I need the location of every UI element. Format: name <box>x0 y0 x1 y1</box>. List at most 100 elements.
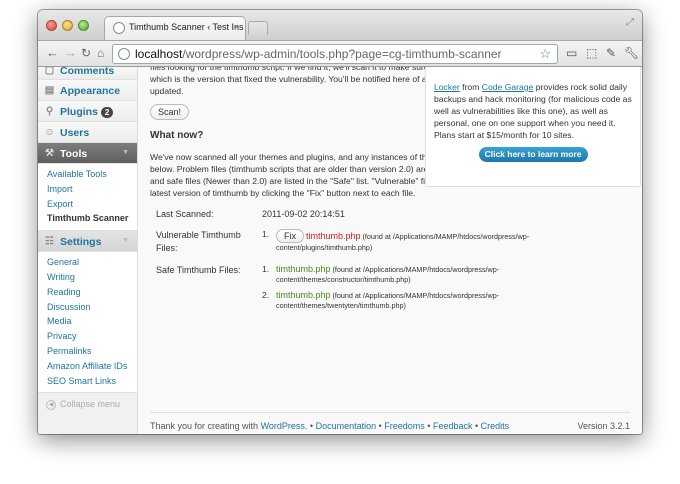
footer-sep: • <box>472 421 481 431</box>
settings-icon: ☷ <box>45 236 54 248</box>
submenu-item-media[interactable]: Media <box>38 314 137 329</box>
menu-tools[interactable]: ⚒ Tools ▼ <box>38 143 137 164</box>
scan-button[interactable]: Scan! <box>150 104 190 120</box>
globe-icon <box>113 22 125 34</box>
menu-comments-label: Comments <box>60 67 115 77</box>
minimize-window-button[interactable] <box>62 20 73 31</box>
menu-plugins-label: Plugins <box>60 106 98 118</box>
fullscreen-icon[interactable]: ⤢ <box>626 17 634 28</box>
tools-icon: ⚒ <box>45 148 54 159</box>
tab-title: Timthumb Scanner ‹ Test Ins <box>129 22 244 32</box>
forward-icon[interactable]: → <box>64 46 77 60</box>
zoom-window-button[interactable] <box>78 20 89 31</box>
version-text: Version 3.2.1 <box>577 421 630 431</box>
submenu-item-export[interactable]: Export <box>38 197 137 212</box>
submenu-item-discussion[interactable]: Discussion <box>38 300 137 315</box>
wordpress-link[interactable]: WordPress. <box>261 421 308 431</box>
tools-submenu: Available Tools Import Export Timthumb S… <box>38 164 137 232</box>
submenu-item-amazon-affiliate-ids[interactable]: Amazon Affiliate IDs <box>38 359 137 374</box>
submenu-item-seo-smart-links[interactable]: SEO Smart Links <box>38 374 137 389</box>
settings-submenu: General Writing Reading Discussion Media… <box>38 252 137 394</box>
promo-text: Locker from Code Garage provides rock so… <box>434 81 632 141</box>
locker-link[interactable]: Locker <box>434 82 460 92</box>
list-number: 2. <box>262 289 270 300</box>
url-path: /wordpress/wp-admin/tools.php?page=cg-ti… <box>182 47 502 61</box>
vulnerable-file-list: 1. Fix timthumb.php (found at /Applicati… <box>262 229 536 254</box>
collapse-menu-label: Collapse menu <box>60 399 121 410</box>
vulnerable-file-name: timthumb.php <box>306 231 361 241</box>
expand-arrow-icon[interactable]: ▼ <box>122 237 129 244</box>
safe-label: Safe Timthumb Files: <box>156 264 241 275</box>
page-menu-icon[interactable]: ▭ <box>566 46 577 60</box>
safe-file-list: 1. timthumb.php (found at /Applications/… <box>262 264 536 312</box>
collapse-left-icon: ◀ <box>46 399 56 410</box>
users-icon: ☺ <box>44 127 55 138</box>
page-info-icon[interactable] <box>118 48 130 60</box>
list-number: 1. <box>262 229 270 239</box>
menu-appearance[interactable]: ▤ Appearance <box>38 80 137 101</box>
tab-strip: Timthumb Scanner ‹ Test Ins × ⤢ <box>38 10 642 40</box>
footer-sep: • <box>424 421 433 431</box>
submenu-item-privacy[interactable]: Privacy <box>38 329 137 344</box>
page-viewport: ▢ Comments ▤ Appearance ⚲ Plugins 2 ☺ Use… <box>38 67 642 434</box>
learn-more-button[interactable]: Click here to learn more <box>478 147 588 162</box>
vulnerable-row: Vulnerable Timthumb Files: 1. Fix timthu… <box>156 229 536 264</box>
comments-icon: ▢ <box>44 67 55 76</box>
wrench-icon[interactable]: 🔧︎ <box>624 46 639 60</box>
appearance-icon: ▤ <box>44 85 55 96</box>
credits-link[interactable]: Credits <box>481 421 510 431</box>
menu-settings-label: Settings <box>60 236 102 249</box>
admin-menu: ▢ Comments ▤ Appearance ⚲ Plugins 2 ☺ Use… <box>38 67 138 434</box>
collapse-arrow-icon[interactable]: ▼ <box>122 149 129 156</box>
footer-sep: • <box>307 421 316 431</box>
submenu-item-permalinks[interactable]: Permalinks <box>38 344 137 359</box>
results-table: Last Scanned: 2011-09-02 20:14:51 Vulner… <box>156 208 536 316</box>
plugins-icon: ⚲ <box>45 106 54 117</box>
url-host: localhost <box>135 47 183 61</box>
browser-toolbar: ← → ↻ ⌂ localhost/wordpress/wp-admin/too… <box>38 40 642 67</box>
extension-icon[interactable]: ✎ <box>606 46 616 60</box>
list-item: 1. Fix timthumb.php (found at /Applicati… <box>262 229 536 254</box>
back-icon[interactable]: ← <box>46 46 59 60</box>
list-item: 1. timthumb.php (found at /Applications/… <box>262 264 536 286</box>
submenu-item-import[interactable]: Import <box>38 182 137 197</box>
submenu-item-general[interactable]: General <box>38 255 137 270</box>
promo-text-from: from <box>459 82 482 92</box>
menu-appearance-label: Appearance <box>60 85 121 97</box>
submenu-item-timthumb-scanner[interactable]: Timthumb Scanner <box>38 211 137 226</box>
safe-file-name: timthumb.php <box>276 289 331 300</box>
last-scanned-value: 2011-09-02 20:14:51 <box>262 209 345 219</box>
promo-box: Locker from Code Garage provides rock so… <box>425 67 641 187</box>
browser-window: Timthumb Scanner ‹ Test Ins × ⤢ ← → ↻ ⌂ … <box>38 10 642 434</box>
safe-file-name: timthumb.php <box>276 263 331 274</box>
menu-plugins[interactable]: ⚲ Plugins 2 <box>38 101 137 122</box>
menu-tools-label: Tools <box>60 148 88 160</box>
home-icon[interactable]: ⌂ <box>97 46 104 60</box>
footer-thanks: Thank you for creating with <box>150 421 261 431</box>
new-tab-button[interactable] <box>248 21 268 35</box>
menu-comments[interactable]: ▢ Comments <box>38 67 137 80</box>
code-garage-link[interactable]: Code Garage <box>482 82 534 92</box>
submenu-item-reading[interactable]: Reading <box>38 285 137 300</box>
plugins-update-badge: 2 <box>100 107 114 118</box>
close-window-button[interactable] <box>46 20 57 31</box>
submenu-item-available-tools[interactable]: Available Tools <box>38 167 137 182</box>
submenu-item-writing[interactable]: Writing <box>38 270 137 285</box>
address-bar[interactable]: localhost/wordpress/wp-admin/tools.php?p… <box>112 44 558 64</box>
list-number: 1. <box>262 263 270 274</box>
screenshot-icon[interactable]: ⬚ <box>586 46 597 60</box>
tab-close-icon[interactable]: × <box>234 22 239 32</box>
vulnerable-label: Vulnerable Timthumb Files: <box>156 230 241 253</box>
browser-tab[interactable]: Timthumb Scanner ‹ Test Ins × <box>104 16 246 40</box>
fix-button[interactable]: Fix <box>276 229 304 243</box>
menu-users-label: Users <box>60 127 90 139</box>
reload-icon[interactable]: ↻ <box>81 46 91 60</box>
menu-users[interactable]: ☺ Users <box>38 122 137 143</box>
menu-settings[interactable]: ☷ Settings ▼ <box>38 231 137 253</box>
bookmark-star-icon[interactable]: ☆ <box>539 46 551 62</box>
collapse-menu-button[interactable]: ◀ Collapse menu <box>38 393 137 410</box>
feedback-link[interactable]: Feedback <box>433 421 473 431</box>
documentation-link[interactable]: Documentation <box>316 421 377 431</box>
safe-row: Safe Timthumb Files: 1. timthumb.php (fo… <box>156 264 536 316</box>
freedoms-link[interactable]: Freedoms <box>384 421 425 431</box>
